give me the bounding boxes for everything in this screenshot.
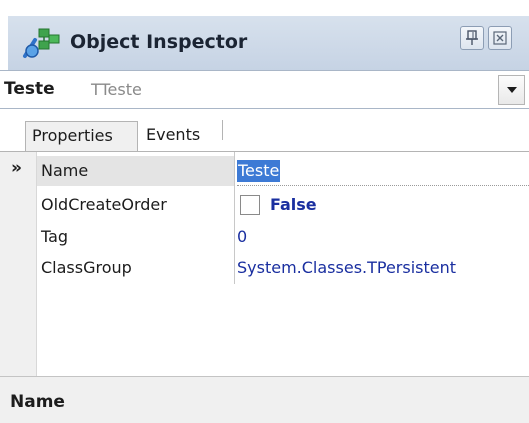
property-name: OldCreateOrder [41,195,167,214]
property-value[interactable]: System.Classes.TPersistent [237,253,529,283]
property-value-text: False [270,195,317,214]
chevron-down-icon [506,87,517,93]
pin-button[interactable] [460,26,484,50]
property-value-editor[interactable]: Teste [237,156,529,186]
window-title: Object Inspector [70,31,248,53]
close-icon [493,31,507,45]
property-value[interactable]: 0 [237,222,529,252]
tab-strip: Properties Events [0,109,529,152]
row-indicator-gutter: » [0,152,37,376]
object-inspector-icon [21,26,61,62]
property-grid[interactable]: » Name Teste OldCreateOrder False Tag 0 … [0,152,529,376]
property-row-name[interactable]: Name Teste [37,156,529,186]
selected-object-type: TTeste [91,80,142,99]
property-name: Tag [41,227,69,246]
selected-object-name: Teste [4,79,55,99]
double-chevron-right-icon: » [11,158,22,178]
property-row-oldcreateorder[interactable]: OldCreateOrder False [37,190,529,220]
tab-divider [222,120,223,140]
property-row-classgroup[interactable]: ClassGroup System.Classes.TPersistent [37,253,529,283]
property-value-text[interactable]: Teste [237,160,281,182]
object-inspector-window: Object Inspector Teste TTeste Properties [0,0,529,423]
property-name: Name [37,156,234,186]
pin-icon [466,30,478,45]
property-row-tag[interactable]: Tag 0 [37,222,529,252]
property-description-title: Name [10,392,65,412]
close-button[interactable] [488,26,512,50]
tab-events[interactable]: Events [140,121,228,151]
property-name: ClassGroup [41,258,132,277]
property-description-panel: Name [0,376,529,423]
property-value[interactable]: False [237,190,529,220]
tab-properties[interactable]: Properties [25,121,138,151]
title-bar[interactable]: Object Inspector [8,16,529,70]
property-checkbox[interactable] [240,195,260,215]
object-selector-dropdown-button[interactable] [498,75,525,105]
object-selector[interactable]: Teste TTeste [0,70,529,109]
